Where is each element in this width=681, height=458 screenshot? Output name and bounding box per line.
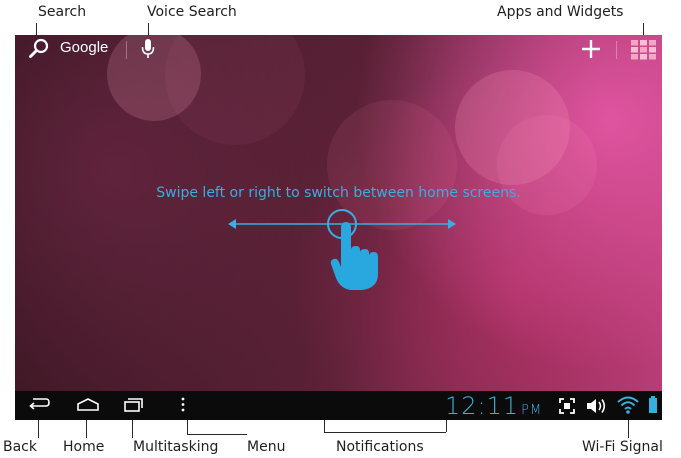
hand-pointer-icon bbox=[330, 220, 386, 296]
clock-ampm: PM bbox=[521, 403, 543, 418]
wifi-icon bbox=[617, 395, 639, 419]
volume-icon[interactable] bbox=[585, 396, 607, 420]
leader-menu bbox=[187, 418, 188, 434]
notification-clock[interactable]: 12:11 PM bbox=[445, 392, 542, 420]
top-bar: Google bbox=[15, 35, 662, 65]
battery-icon bbox=[648, 395, 658, 419]
callout-search: Search bbox=[38, 4, 87, 20]
swipe-hint-text: Swipe left or right to switch between ho… bbox=[156, 185, 521, 201]
callout-apps-widgets: Apps and Widgets bbox=[497, 4, 624, 20]
leader-notifications-v1 bbox=[324, 418, 325, 432]
recent-apps-icon[interactable] bbox=[121, 395, 145, 419]
divider bbox=[616, 41, 617, 59]
system-bar: 12:11 PM bbox=[15, 391, 662, 420]
apps-grid-icon[interactable] bbox=[631, 40, 657, 64]
divider bbox=[126, 41, 127, 59]
leader-notifications-h bbox=[324, 432, 446, 433]
search-icon[interactable] bbox=[28, 37, 52, 65]
google-search-label[interactable]: Google bbox=[60, 39, 108, 56]
leader-back bbox=[38, 418, 39, 438]
clock-time: 12:11 bbox=[445, 392, 520, 420]
leader-wifi-signal bbox=[628, 418, 629, 438]
leader-multitasking bbox=[132, 418, 133, 438]
home-icon[interactable] bbox=[75, 395, 101, 419]
leader-notifications-v2 bbox=[446, 418, 447, 432]
callout-notifications: Notifications bbox=[336, 439, 424, 455]
callout-back: Back bbox=[3, 439, 37, 455]
callout-wifi-signal: Wi-Fi Signal bbox=[582, 439, 663, 455]
menu-icon[interactable] bbox=[179, 395, 187, 419]
screenshot-icon[interactable] bbox=[558, 397, 576, 419]
callout-home: Home bbox=[63, 439, 105, 455]
leader-home bbox=[86, 418, 87, 438]
leader-menu-h bbox=[187, 434, 247, 435]
home-screen[interactable]: Google Swipe left or right to switch bet… bbox=[15, 35, 662, 420]
microphone-icon[interactable] bbox=[140, 38, 156, 64]
callout-menu: Menu bbox=[247, 439, 286, 455]
callout-multitasking: Multitasking bbox=[133, 439, 219, 455]
add-icon[interactable] bbox=[580, 38, 602, 64]
back-icon[interactable] bbox=[27, 395, 51, 419]
callout-voice-search: Voice Search bbox=[147, 4, 237, 20]
